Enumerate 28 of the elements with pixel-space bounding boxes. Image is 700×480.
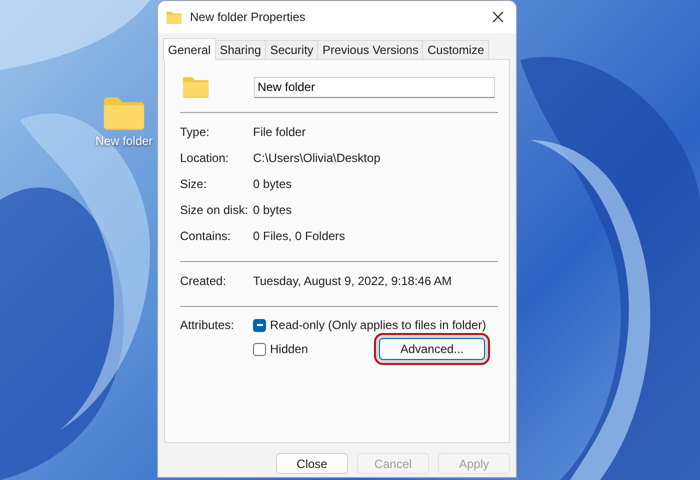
- tab[interactable]: General: [163, 38, 216, 60]
- dialog-button[interactable]: Close: [276, 453, 348, 474]
- field-value: File folder: [253, 125, 306, 139]
- field-label: Contains:: [180, 229, 232, 243]
- folder-icon: [166, 10, 182, 24]
- checkbox[interactable]: [253, 318, 266, 332]
- tab[interactable]: Customize: [422, 40, 490, 59]
- field-label: Attributes:: [180, 318, 236, 332]
- name-field[interactable]: New folder: [254, 76, 495, 98]
- field-value: C:\Users\Olivia\Desktop: [253, 151, 380, 165]
- field-label: Size:: [180, 177, 208, 191]
- window-title: New folder Properties: [190, 10, 306, 24]
- field-value: 0 bytes: [253, 203, 292, 217]
- field-label: Location:: [180, 151, 230, 165]
- field-value: 0 Files, 0 Folders: [253, 229, 346, 243]
- folder-icon: [102, 96, 146, 130]
- checkbox[interactable]: [253, 342, 266, 356]
- field-label: Type:: [180, 125, 210, 139]
- tab[interactable]: Sharing: [214, 40, 266, 59]
- checkbox-label: Read-only (Only applies to files in folder): [270, 318, 486, 332]
- field-label: Created:: [180, 274, 228, 288]
- checkbox-label: Hidden: [270, 342, 308, 356]
- field-value: Tuesday, August 9, 2022, 9:18:46 AM: [253, 274, 452, 288]
- folder-icon: [182, 76, 210, 98]
- tab[interactable]: Security: [265, 40, 318, 59]
- close-icon: [492, 11, 504, 23]
- field-value: 0 bytes: [253, 177, 292, 191]
- field-label: Size on disk:: [180, 203, 250, 217]
